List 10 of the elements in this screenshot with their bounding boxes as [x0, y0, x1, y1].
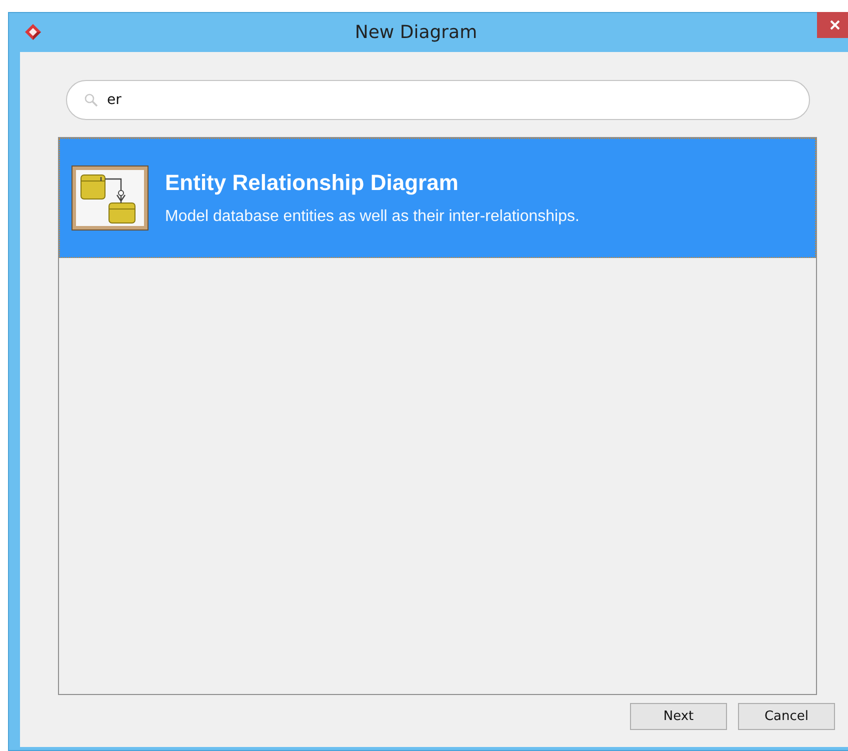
window-title: New Diagram [354, 22, 478, 43]
entity-diagram-icon [71, 165, 149, 231]
dialog-button[interactable]: Cancel [738, 703, 835, 730]
close-button[interactable] [817, 12, 848, 38]
logo-icon [23, 23, 43, 43]
item-title: Entity Relationship Diagram [165, 170, 460, 196]
dialog-button[interactable]: Next [630, 703, 727, 730]
close-icon [830, 20, 840, 30]
search-field[interactable]: er [66, 80, 810, 120]
item-description: Model database entities as well as their inter-relationships. [165, 208, 580, 226]
